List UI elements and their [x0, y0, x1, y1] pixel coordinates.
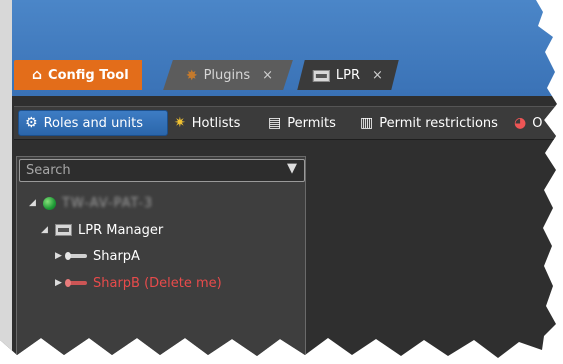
permits-label: Permits [287, 115, 336, 131]
permits-button[interactable]: ▤ Permits [268, 110, 336, 136]
collapsed-arrow-icon[interactable]: ▶ [55, 251, 65, 261]
screenshot-stage: ⌂ Config Tool ✸ Plugins × LPR × ⚙ Roles … [0, 0, 563, 364]
permit-restrictions-button[interactable]: ▥ Permit restrictions [360, 110, 498, 136]
sharpa-label: SharpA [93, 248, 140, 264]
window-left-edge [0, 0, 12, 358]
lpr-manager-icon [55, 224, 72, 236]
expanded-arrow-icon[interactable]: ◢ [29, 198, 39, 208]
lpr-manager-label: LPR Manager [78, 222, 164, 238]
close-icon[interactable]: × [262, 68, 273, 83]
close-icon[interactable]: × [372, 68, 383, 83]
roles-and-units-label: Roles and units [43, 115, 144, 131]
tab-config-tool-label: Config Tool [48, 67, 129, 83]
tree-node-root[interactable]: ◢ TW-AV-PAT-3 [29, 193, 153, 213]
roles-units-icon: ⚙ [25, 115, 38, 131]
tab-plugins[interactable]: ✸ Plugins × [163, 60, 293, 90]
permit-restrictions-label: Permit restrictions [379, 115, 498, 131]
tree-node-sharpa[interactable]: ▶ SharpA [55, 246, 140, 266]
root-node-label: TW-AV-PAT-3 [62, 195, 154, 211]
search-input[interactable] [26, 162, 276, 179]
sharp-camera-icon [65, 252, 87, 260]
hotlists-label: Hotlists [191, 115, 241, 131]
tree-node-sharpb[interactable]: ▶ SharpB (Delete me) [55, 273, 222, 293]
tab-lpr-label: LPR [336, 67, 361, 83]
overtime-label: O [532, 115, 543, 131]
application-window: ⌂ Config Tool ✸ Plugins × LPR × ⚙ Roles … [0, 0, 557, 358]
overtime-icon: ◕ [514, 115, 527, 131]
permit-document-icon: ▤ [268, 115, 282, 131]
tab-lpr[interactable]: LPR × [297, 60, 399, 90]
tree-node-lpr-manager[interactable]: ◢ LPR Manager [41, 220, 163, 240]
overtime-button[interactable]: ◕ O [514, 110, 542, 136]
plugin-star-icon: ✸ [186, 67, 198, 83]
sharpb-label: SharpB (Delete me) [93, 275, 222, 291]
collapsed-arrow-icon[interactable]: ▶ [55, 278, 65, 288]
entity-tree-panel: ▼ ◢ TW-AV-PAT-3 ◢ LPR Manager ▶ SharpA ▶ [16, 156, 306, 358]
lpr-plate-icon [313, 69, 330, 81]
expanded-arrow-icon[interactable]: ◢ [41, 225, 51, 235]
lpr-toolbar: ⚙ Roles and units ✷ Hotlists ▤ Permits ▥… [14, 106, 557, 140]
tab-plugins-label: Plugins [203, 67, 251, 83]
globe-icon [43, 196, 56, 210]
hotlists-button[interactable]: ✷ Hotlists [174, 110, 240, 136]
home-icon: ⌂ [32, 67, 43, 83]
tab-config-tool[interactable]: ⌂ Config Tool [14, 60, 142, 90]
search-box: ▼ [19, 159, 305, 182]
roles-and-units-button[interactable]: ⚙ Roles and units [18, 110, 168, 136]
permit-restriction-icon: ▥ [360, 115, 374, 131]
funnel-icon[interactable]: ▼ [283, 161, 301, 180]
sharp-camera-icon [65, 279, 87, 287]
hotlist-star-icon: ✷ [174, 115, 186, 131]
